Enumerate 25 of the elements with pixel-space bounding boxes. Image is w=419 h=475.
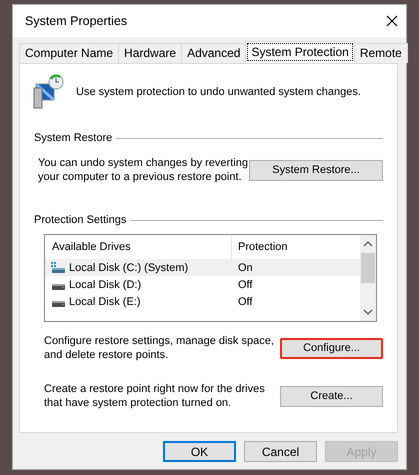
tab[interactable]: System Protection: [245, 41, 355, 63]
intro-text: Use system protection to undo unwanted system changes.: [76, 86, 361, 98]
system-restore-button[interactable]: System Restore...: [249, 160, 383, 180]
action-button[interactable]: Configure...: [280, 338, 383, 358]
action-button[interactable]: Create...: [280, 386, 383, 406]
dialog-button[interactable]: OK: [163, 441, 236, 462]
protection-status: On: [237, 262, 253, 274]
protection-status: Off: [237, 278, 252, 290]
window-title: System Properties: [25, 14, 128, 28]
description-text: Create a restore point right now for the drives that have system protection turned on.: [44, 382, 266, 410]
drive-name: Local Disk (D:): [69, 278, 142, 290]
tab[interactable]: Remote: [354, 43, 408, 63]
group-heading: System Restore: [34, 132, 112, 144]
description-text: Configure restore settings, manage disk space, and delete restore points.: [44, 334, 275, 362]
drive-row[interactable]: Local Disk (E:) Off: [45, 293, 360, 310]
drive-row[interactable]: Local Disk (C:) (System) On: [45, 259, 360, 276]
tab[interactable]: Computer Name: [19, 43, 120, 63]
drive-name: Local Disk (E:): [69, 296, 141, 308]
description-text: You can undo system changes by reverting your computer to a previous restore point.: [38, 156, 249, 184]
group-heading: Protection Settings: [34, 214, 126, 226]
column-header[interactable]: Protection: [232, 241, 288, 253]
drive-row[interactable]: Local Disk (D:) Off: [45, 276, 360, 293]
drive-name: Local Disk (C:) (System): [69, 262, 188, 274]
protection-status: Off: [237, 296, 252, 308]
dialog-button[interactable]: Cancel: [244, 441, 317, 462]
